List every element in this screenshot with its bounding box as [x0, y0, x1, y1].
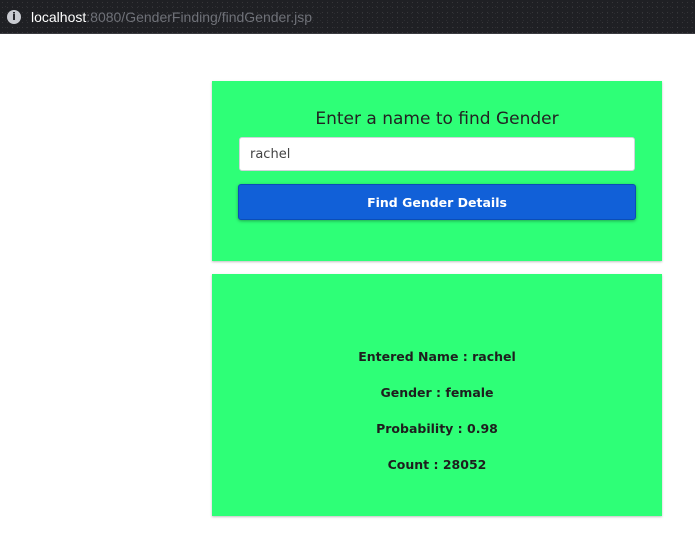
gender-text: Gender : female	[380, 385, 494, 400]
probability-text: Probability : 0.98	[376, 421, 498, 436]
gender-result-card: Entered Name : rachel Gender : female Pr…	[212, 274, 662, 516]
form-title: Enter a name to find Gender	[315, 109, 559, 129]
url-text[interactable]: localhost:8080/GenderFinding/findGender.…	[31, 9, 312, 25]
browser-address-bar[interactable]: i localhost:8080/GenderFinding/findGende…	[0, 0, 695, 34]
find-gender-button[interactable]: Find Gender Details	[238, 184, 636, 220]
info-icon[interactable]: i	[7, 10, 21, 24]
count-text: Count : 28052	[387, 457, 487, 472]
url-host: localhost	[31, 9, 87, 25]
gender-search-card: Enter a name to find Gender Find Gender …	[212, 81, 662, 261]
entered-name-text: Entered Name : rachel	[358, 349, 516, 364]
name-input[interactable]	[239, 137, 635, 171]
url-path: :8080/GenderFinding/findGender.jsp	[86, 9, 312, 25]
